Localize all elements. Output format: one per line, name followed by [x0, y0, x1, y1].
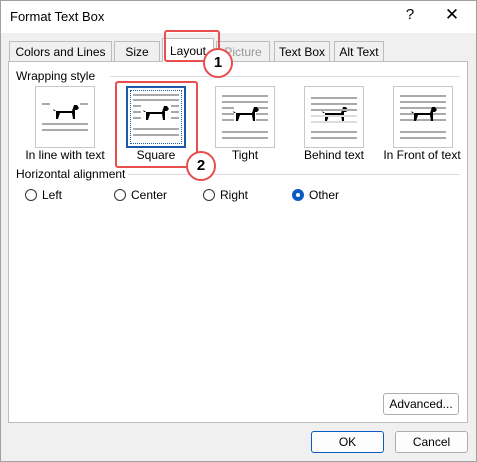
align-left-radio[interactable]	[25, 189, 37, 201]
alignment-divider	[128, 174, 460, 175]
wrap-tight-label: Tight	[231, 148, 259, 162]
wrap-front-option[interactable]	[393, 86, 453, 148]
advanced-button[interactable]: Advanced...	[383, 393, 459, 415]
align-right-radio[interactable]	[203, 189, 215, 201]
wrap-tight-option[interactable]	[215, 86, 275, 148]
tab-alt-text[interactable]: Alt Text	[334, 41, 384, 61]
wrap-front-label: In Front of text	[383, 148, 461, 162]
align-other-radio[interactable]	[292, 189, 304, 201]
align-left-label[interactable]: Left	[42, 188, 62, 202]
callout-highlight-square-option	[115, 81, 198, 168]
wrap-behind-label: Behind text	[303, 148, 365, 162]
cancel-button[interactable]: Cancel	[395, 431, 468, 453]
ok-button[interactable]: OK	[311, 431, 384, 453]
wrap-behind-icon	[311, 97, 357, 139]
wrap-front-icon	[400, 95, 446, 139]
align-other-label[interactable]: Other	[309, 188, 339, 202]
wrapping-style-heading: Wrapping style	[16, 69, 96, 83]
tab-size[interactable]: Size	[114, 41, 160, 61]
horizontal-alignment-heading: Horizontal alignment	[16, 167, 126, 181]
wrap-behind-option[interactable]	[304, 86, 364, 148]
tab-colors-and-lines[interactable]: Colors and Lines	[9, 41, 112, 61]
help-button[interactable]: ?	[400, 6, 420, 23]
wrap-inline-option[interactable]	[35, 86, 95, 148]
align-right-label[interactable]: Right	[220, 188, 248, 202]
wrap-inline-icon	[42, 103, 88, 131]
wrapping-divider	[110, 76, 460, 77]
wrap-inline-label: In line with text	[25, 148, 105, 162]
callout-badge-2: 2	[186, 151, 216, 181]
align-center-label[interactable]: Center	[131, 188, 167, 202]
callout-badge-1: 1	[203, 48, 233, 78]
dialog-title: Format Text Box	[10, 9, 105, 24]
align-center-radio[interactable]	[114, 189, 126, 201]
tab-text-box[interactable]: Text Box	[274, 41, 330, 61]
close-button[interactable]: ✕	[440, 5, 464, 25]
wrap-tight-icon	[222, 95, 268, 139]
